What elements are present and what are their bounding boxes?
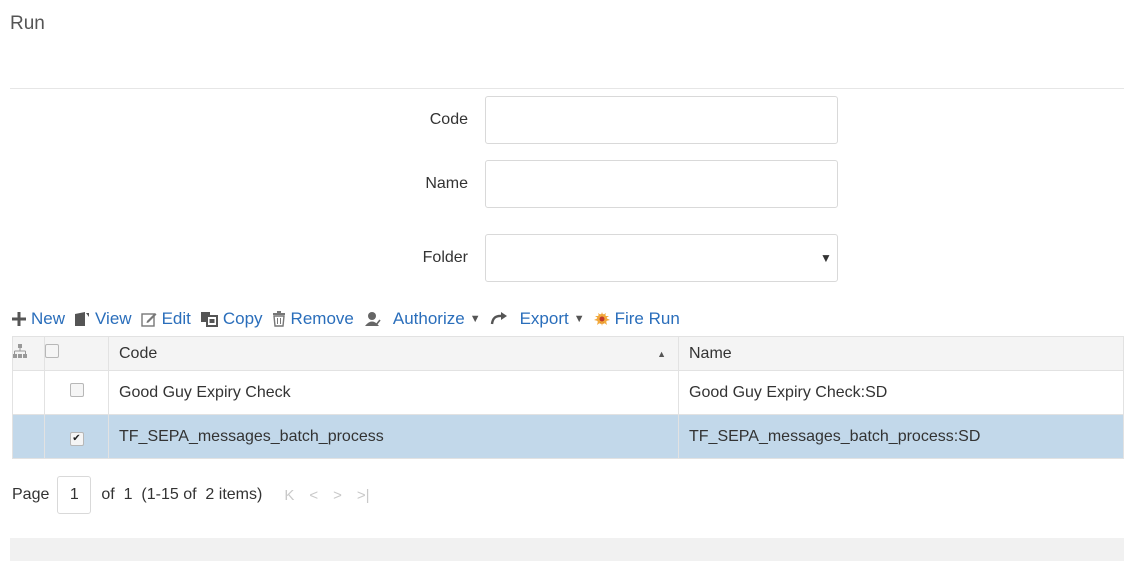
table-row[interactable]: Good Guy Expiry Check Good Guy Expiry Ch… <box>12 370 1124 415</box>
copy-label: Copy <box>222 309 263 328</box>
folder-select[interactable] <box>485 234 838 282</box>
divider <box>10 88 1124 89</box>
edit-icon <box>140 311 157 327</box>
select-all-checkbox[interactable] <box>45 344 59 358</box>
fire-run-label: Fire Run <box>614 309 680 328</box>
fire-run-button[interactable]: Fire Run <box>593 309 680 329</box>
export-button[interactable]: Export ▼ <box>490 309 585 329</box>
hierarchy-icon <box>13 344 27 362</box>
name-input[interactable] <box>485 160 838 208</box>
plus-icon <box>12 312 26 326</box>
code-cell[interactable]: TF_SEPA_messages_batch_process <box>108 414 679 459</box>
toolbar: New View Edit Copy Remove Authorize ▼ Ex… <box>12 304 689 334</box>
remove-label: Remove <box>290 309 354 328</box>
export-label: Export <box>519 309 569 328</box>
copy-icon <box>200 311 218 327</box>
view-label: View <box>95 309 132 328</box>
name-cell[interactable]: Good Guy Expiry Check:SD <box>678 370 1124 415</box>
code-label: Code <box>429 111 468 128</box>
last-page-icon[interactable]: >| <box>357 487 370 504</box>
sort-ascending-icon[interactable]: ▲ <box>657 349 666 359</box>
chevron-down-icon[interactable]: ▼ <box>574 313 585 325</box>
row-checkbox-cell <box>44 370 109 415</box>
name-column-label: Name <box>689 344 732 362</box>
edit-label: Edit <box>161 309 191 328</box>
chevron-down-icon[interactable]: ▼ <box>470 313 481 325</box>
results-grid: Code ▲ Name Good Guy Expiry Check Good G… <box>12 336 1124 459</box>
copy-button[interactable]: Copy <box>200 309 263 329</box>
row-indicator-cell <box>12 414 45 459</box>
code-cell[interactable]: Good Guy Expiry Check <box>108 370 679 415</box>
next-page-icon[interactable]: > <box>333 487 342 504</box>
table-row[interactable]: ✔ TF_SEPA_messages_batch_process TF_SEPA… <box>12 414 1124 459</box>
row-checkbox[interactable] <box>69 383 84 397</box>
grid-header-row: Code ▲ Name <box>12 336 1124 371</box>
chevron-down-icon[interactable]: ▼ <box>820 251 832 265</box>
code-input[interactable] <box>485 96 838 144</box>
previous-page-icon[interactable]: < <box>309 487 318 504</box>
page-number-input[interactable]: 1 <box>57 476 92 514</box>
select-all-checkbox-cell <box>44 336 109 371</box>
view-button[interactable]: View <box>74 309 132 329</box>
code-column-label: Code <box>119 344 158 362</box>
page-title: Run <box>10 13 45 34</box>
remove-button[interactable]: Remove <box>272 309 354 329</box>
first-page-icon[interactable]: K <box>284 487 294 504</box>
authorize-label: Authorize <box>392 309 465 328</box>
page-summary: of 1 (1-15 of 2 items) <box>101 486 263 503</box>
page-label: Page <box>12 486 50 503</box>
edit-button[interactable]: Edit <box>140 309 191 329</box>
new-label: New <box>31 309 66 328</box>
view-icon <box>74 311 90 327</box>
authorize-button[interactable]: Authorize ▼ <box>363 309 481 329</box>
name-cell[interactable]: TF_SEPA_messages_batch_process:SD <box>678 414 1124 459</box>
export-arrow-icon <box>490 312 508 326</box>
row-indicator-cell <box>12 370 45 415</box>
name-column-header[interactable]: Name <box>678 336 1124 371</box>
user-check-icon <box>363 311 381 327</box>
row-checkbox-cell: ✔ <box>44 414 109 459</box>
new-button[interactable]: New <box>12 309 65 329</box>
folder-label: Folder <box>422 249 468 266</box>
name-row: Name <box>0 160 1124 210</box>
hierarchy-column-header[interactable] <box>12 336 45 371</box>
name-label: Name <box>425 175 468 192</box>
fire-run-icon <box>593 311 612 327</box>
code-column-header[interactable]: Code ▲ <box>108 336 679 371</box>
trash-icon <box>272 311 286 327</box>
code-row: Code <box>0 96 1124 146</box>
folder-row: Folder ▼ <box>0 234 1124 284</box>
footer-bar <box>10 538 1124 561</box>
pager: Page 1 of 1 (1-15 of 2 items) K < > >| <box>12 476 370 514</box>
row-checkbox-checked[interactable]: ✔ <box>69 431 84 446</box>
